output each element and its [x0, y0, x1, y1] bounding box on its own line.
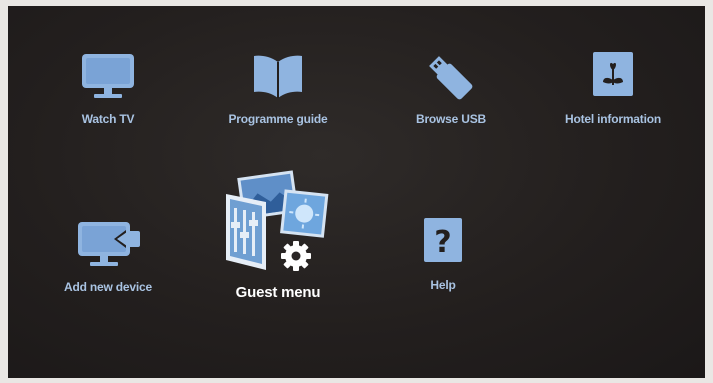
menu-item-label: Watch TV	[81, 112, 135, 126]
add-device-icon	[78, 222, 140, 266]
menu-item-browse-usb[interactable]: Browse USB	[376, 48, 526, 126]
menu-item-label: Add new device	[64, 280, 152, 294]
help-icon: ?	[424, 218, 462, 262]
menu-item-help[interactable]: ? Help	[368, 214, 518, 292]
book-icon	[254, 55, 302, 98]
menu-item-add-new-device[interactable]: Add new device	[33, 216, 183, 294]
menu-item-guest-menu[interactable]: Guest menu	[193, 166, 363, 301]
tv-screen: Watch TV Programme guide Browse USB Hote…	[8, 6, 705, 378]
usb-stick-icon	[429, 56, 473, 100]
menu-item-label: Browse USB	[415, 112, 487, 126]
menu-item-watch-tv[interactable]: Watch TV	[33, 48, 183, 126]
menu-item-hotel-information[interactable]: Hotel information	[538, 48, 688, 126]
guest-menu-icon	[226, 170, 329, 271]
menu-item-label: Guest menu	[235, 284, 321, 301]
hotel-info-icon	[593, 52, 633, 96]
menu-item-label: Help	[430, 278, 456, 292]
menu-item-programme-guide[interactable]: Programme guide	[203, 48, 353, 126]
svg-text:?: ?	[434, 225, 451, 260]
tv-icon	[82, 54, 134, 98]
menu-item-label: Hotel information	[565, 112, 661, 126]
menu-item-label: Programme guide	[228, 112, 328, 126]
